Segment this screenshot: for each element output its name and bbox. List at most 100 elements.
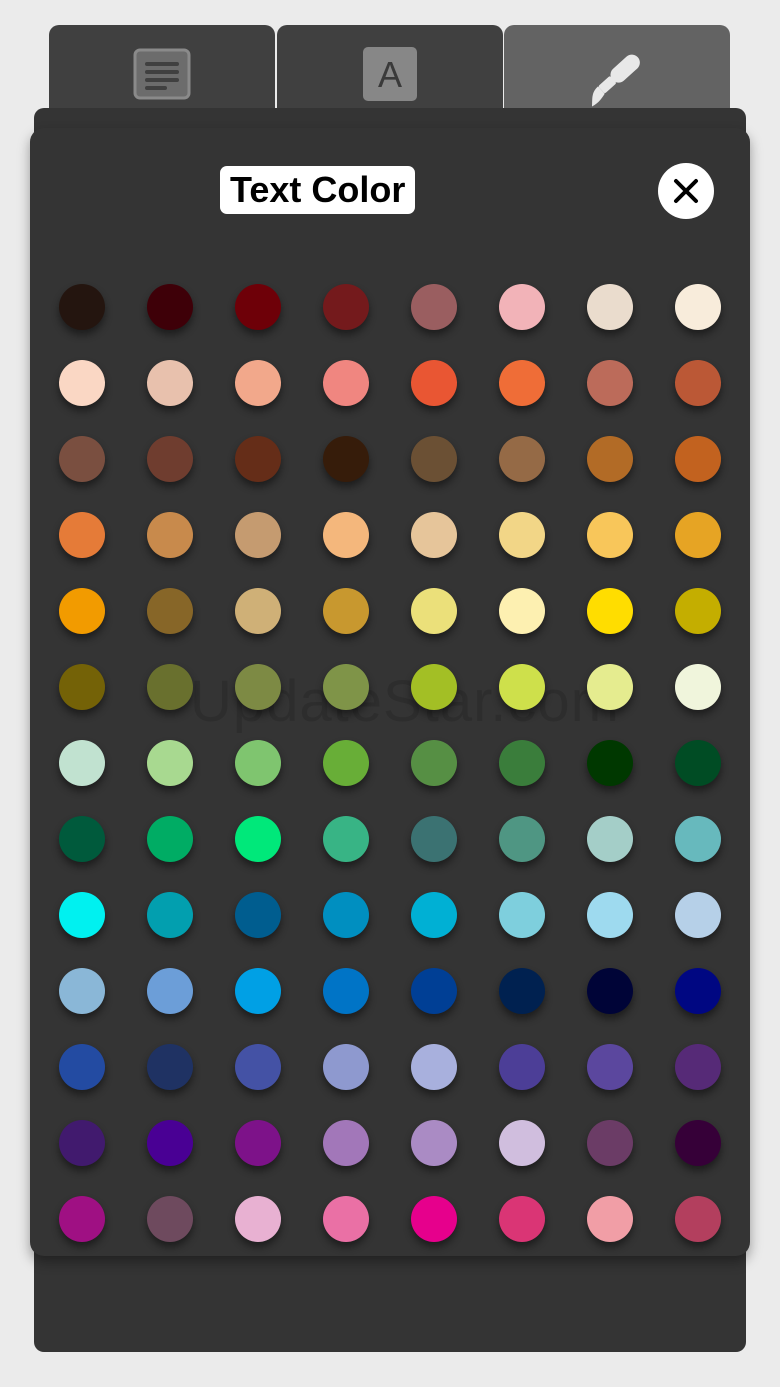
color-swatch[interactable]: [675, 664, 721, 710]
color-swatch[interactable]: [411, 664, 457, 710]
color-swatch[interactable]: [675, 740, 721, 786]
color-swatch[interactable]: [675, 1196, 721, 1242]
color-swatch[interactable]: [235, 1120, 281, 1166]
color-swatch[interactable]: [587, 892, 633, 938]
color-swatch[interactable]: [147, 1044, 193, 1090]
color-swatch[interactable]: [235, 284, 281, 330]
color-swatch[interactable]: [411, 816, 457, 862]
color-swatch[interactable]: [323, 284, 369, 330]
color-swatch[interactable]: [147, 1120, 193, 1166]
color-swatch[interactable]: [499, 436, 545, 482]
color-swatch[interactable]: [235, 1196, 281, 1242]
color-swatch[interactable]: [675, 892, 721, 938]
color-swatch[interactable]: [147, 968, 193, 1014]
color-swatch[interactable]: [675, 284, 721, 330]
color-swatch[interactable]: [675, 968, 721, 1014]
color-swatch[interactable]: [59, 816, 105, 862]
color-swatch[interactable]: [675, 1044, 721, 1090]
color-swatch[interactable]: [235, 892, 281, 938]
color-swatch[interactable]: [323, 740, 369, 786]
color-swatch[interactable]: [587, 1196, 633, 1242]
color-swatch[interactable]: [411, 968, 457, 1014]
color-swatch[interactable]: [675, 436, 721, 482]
color-swatch[interactable]: [587, 360, 633, 406]
color-swatch[interactable]: [587, 1120, 633, 1166]
color-swatch[interactable]: [587, 664, 633, 710]
color-swatch[interactable]: [147, 436, 193, 482]
color-swatch[interactable]: [147, 664, 193, 710]
color-swatch[interactable]: [499, 968, 545, 1014]
color-swatch[interactable]: [499, 740, 545, 786]
color-swatch[interactable]: [323, 816, 369, 862]
color-swatch[interactable]: [59, 740, 105, 786]
color-swatch[interactable]: [323, 1120, 369, 1166]
color-swatch[interactable]: [499, 588, 545, 634]
color-swatch[interactable]: [587, 588, 633, 634]
color-swatch[interactable]: [675, 1120, 721, 1166]
color-swatch[interactable]: [147, 284, 193, 330]
color-swatch[interactable]: [323, 588, 369, 634]
color-swatch[interactable]: [499, 360, 545, 406]
color-swatch[interactable]: [147, 512, 193, 558]
color-swatch[interactable]: [59, 664, 105, 710]
color-swatch[interactable]: [587, 512, 633, 558]
color-swatch[interactable]: [323, 664, 369, 710]
color-swatch[interactable]: [59, 512, 105, 558]
color-swatch[interactable]: [235, 436, 281, 482]
color-swatch[interactable]: [323, 360, 369, 406]
color-swatch[interactable]: [675, 360, 721, 406]
color-swatch[interactable]: [587, 968, 633, 1014]
color-swatch[interactable]: [411, 1120, 457, 1166]
color-swatch[interactable]: [499, 1196, 545, 1242]
color-swatch[interactable]: [499, 1120, 545, 1166]
color-swatch[interactable]: [59, 1120, 105, 1166]
color-swatch[interactable]: [411, 512, 457, 558]
color-swatch[interactable]: [323, 436, 369, 482]
color-swatch[interactable]: [235, 1044, 281, 1090]
color-swatch[interactable]: [235, 816, 281, 862]
color-swatch[interactable]: [147, 588, 193, 634]
color-swatch[interactable]: [499, 664, 545, 710]
color-swatch[interactable]: [235, 968, 281, 1014]
color-swatch[interactable]: [147, 360, 193, 406]
color-swatch[interactable]: [235, 588, 281, 634]
color-swatch[interactable]: [235, 664, 281, 710]
color-swatch[interactable]: [147, 892, 193, 938]
color-swatch[interactable]: [587, 816, 633, 862]
color-swatch[interactable]: [411, 1196, 457, 1242]
color-swatch[interactable]: [411, 436, 457, 482]
color-swatch[interactable]: [235, 740, 281, 786]
color-swatch[interactable]: [499, 1044, 545, 1090]
color-swatch[interactable]: [411, 360, 457, 406]
color-swatch[interactable]: [59, 284, 105, 330]
color-swatch[interactable]: [411, 284, 457, 330]
color-swatch[interactable]: [587, 284, 633, 330]
color-swatch[interactable]: [59, 360, 105, 406]
color-swatch[interactable]: [59, 1044, 105, 1090]
color-swatch[interactable]: [59, 588, 105, 634]
color-swatch[interactable]: [235, 512, 281, 558]
color-swatch[interactable]: [411, 892, 457, 938]
color-swatch[interactable]: [411, 740, 457, 786]
color-swatch[interactable]: [499, 816, 545, 862]
color-swatch[interactable]: [59, 892, 105, 938]
color-swatch[interactable]: [235, 360, 281, 406]
color-swatch[interactable]: [587, 1044, 633, 1090]
color-swatch[interactable]: [59, 1196, 105, 1242]
color-swatch[interactable]: [147, 740, 193, 786]
color-swatch[interactable]: [499, 512, 545, 558]
color-swatch[interactable]: [323, 1196, 369, 1242]
color-swatch[interactable]: [587, 740, 633, 786]
color-swatch[interactable]: [675, 512, 721, 558]
color-swatch[interactable]: [147, 816, 193, 862]
close-button[interactable]: [658, 163, 714, 219]
color-swatch[interactable]: [59, 968, 105, 1014]
color-swatch[interactable]: [499, 284, 545, 330]
color-swatch[interactable]: [675, 588, 721, 634]
color-swatch[interactable]: [323, 512, 369, 558]
color-swatch[interactable]: [323, 1044, 369, 1090]
color-swatch[interactable]: [587, 436, 633, 482]
color-swatch[interactable]: [323, 968, 369, 1014]
color-swatch[interactable]: [59, 436, 105, 482]
color-swatch[interactable]: [499, 892, 545, 938]
